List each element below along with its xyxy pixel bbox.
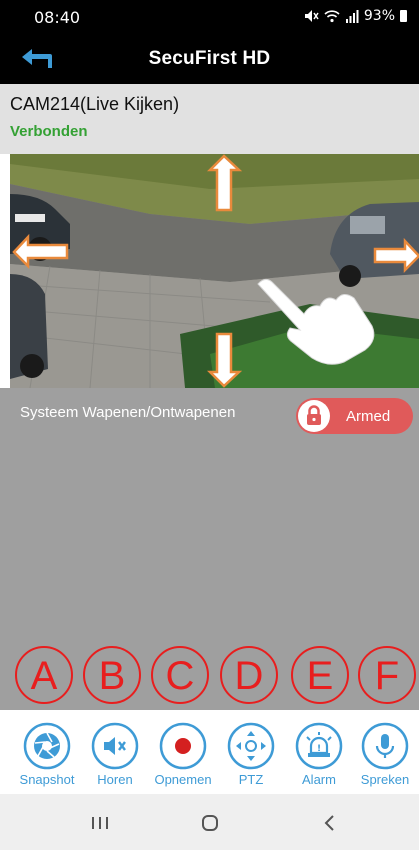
microphone-icon [361,722,409,770]
camera-shutter-icon [23,722,71,770]
speak-button[interactable]: Spreken [350,722,419,787]
arm-toggle[interactable]: Armed [296,398,413,434]
record-label: Opnemen [154,772,212,787]
status-bar: 08:40 93% [0,0,419,34]
snapshot-label: Snapshot [19,772,75,787]
annotation-a: A [15,646,73,704]
annotation-c: C [151,646,209,704]
alarm-siren-icon: ! [295,722,343,770]
arm-system-label: Systeem Wapenen/Ontwapenen [20,404,236,421]
ptz-direction-icon [227,722,275,770]
record-button[interactable]: Opnemen [148,722,218,787]
recent-apps-button[interactable] [80,809,120,837]
annotation-e: E [291,646,349,704]
nav-back-button[interactable] [310,809,350,837]
listen-label: Horen [97,772,133,787]
svg-text:!: ! [317,744,321,754]
home-icon [202,815,218,831]
bottom-toolbar: Snapshot Horen Opnemen PTZ ! Alarm Sprek… [0,710,419,794]
arm-toggle-knob [298,400,330,432]
back-icon [324,815,334,831]
camera-info-panel: CAM214(Live Kijken) Verbonden [0,84,419,154]
system-nav-bar [0,794,419,850]
status-icons: 93% [303,8,407,24]
ptz-button[interactable]: PTZ [216,722,286,787]
arm-toggle-text: Armed [346,408,391,425]
ptz-label: PTZ [238,772,264,787]
battery-percentage: 93% [363,8,395,24]
app-title: SecuFirst HD [148,48,271,69]
wifi-icon [324,10,340,23]
record-icon [159,722,207,770]
alarm-label: Alarm [302,772,336,787]
annotation-d: D [220,646,278,704]
speak-label: Spreken [360,772,410,787]
status-time: 08:40 [34,8,81,27]
mute-icon [304,10,319,22]
home-button[interactable] [190,809,230,837]
lock-icon [307,405,321,425]
recent-apps-icon [92,817,108,829]
battery-icon [400,10,407,22]
annotation-f: F [358,646,416,704]
alarm-button[interactable]: ! Alarm [284,722,354,787]
camera-name: CAM214(Live Kijken) [10,94,180,114]
controls-panel: Systeem Wapenen/Ontwapenen Armed A B C D… [0,388,419,710]
connection-status: Verbonden [10,123,88,140]
live-video-feed[interactable] [10,154,419,388]
snapshot-button[interactable]: Snapshot [12,722,82,787]
listen-button[interactable]: Horen [80,722,150,787]
app-header: SecuFirst HD [0,34,419,84]
signal-icon [345,10,359,23]
speaker-mute-icon [91,722,139,770]
annotation-b: B [83,646,141,704]
video-frame [10,154,419,388]
